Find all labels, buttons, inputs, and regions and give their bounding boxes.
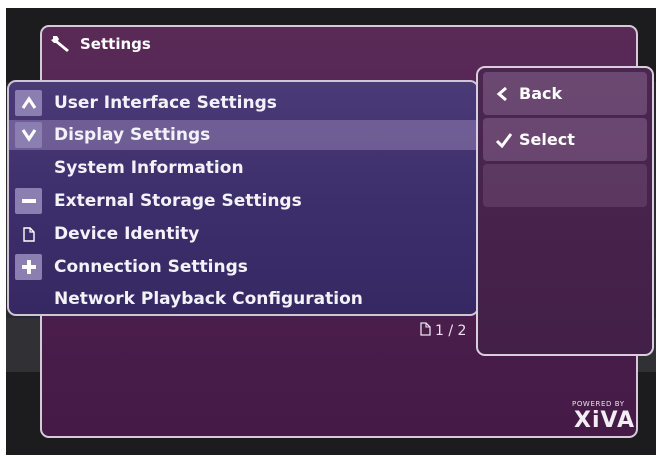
list-item-system-information[interactable]: System Information [9, 153, 477, 183]
dialog-header: Settings [50, 32, 151, 56]
list-item-network-playback-configuration[interactable]: Network Playback Configuration [9, 284, 477, 314]
list-item-external-storage-settings[interactable]: External Storage Settings [9, 186, 477, 216]
list-item-label: User Interface Settings [54, 93, 277, 113]
action-panel: Back Select [476, 66, 654, 356]
list-item-label: Display Settings [54, 125, 211, 145]
back-button[interactable]: Back [483, 72, 647, 115]
page-number: 1 / 2 [435, 323, 467, 339]
wrench-icon [50, 34, 72, 54]
list-item-connection-settings[interactable]: Connection Settings [9, 252, 477, 282]
empty-action-slot [483, 164, 647, 207]
page-icon [420, 322, 431, 340]
back-button-label: Back [519, 84, 563, 103]
list-item-label: System Information [54, 158, 244, 178]
list-item-label: Device Identity [54, 224, 200, 244]
dialog-title: Settings [80, 35, 151, 53]
chevron-down-icon[interactable] [15, 122, 42, 148]
list-item-label: Connection Settings [54, 257, 248, 277]
list-item-label: External Storage Settings [54, 191, 302, 211]
minus-icon[interactable] [15, 188, 42, 214]
chevron-up-icon[interactable] [15, 90, 42, 116]
xiva-logo: XiVA [574, 408, 636, 433]
list-item-label: Network Playback Configuration [54, 289, 363, 309]
list-item-user-interface-settings[interactable]: User Interface Settings [9, 88, 477, 118]
page-icon [15, 221, 42, 247]
settings-list: User Interface Settings Display Settings… [7, 80, 479, 316]
checkmark-icon [495, 132, 519, 148]
page-indicator: 1 / 2 [420, 322, 466, 340]
select-button[interactable]: Select [483, 118, 647, 161]
plus-icon[interactable] [15, 254, 42, 280]
list-item-display-settings[interactable]: Display Settings [9, 120, 477, 150]
list-item-device-identity[interactable]: Device Identity [9, 219, 477, 249]
powered-by-label: POWERED BY [572, 400, 625, 408]
chevron-left-icon [495, 86, 519, 102]
select-button-label: Select [519, 130, 575, 149]
